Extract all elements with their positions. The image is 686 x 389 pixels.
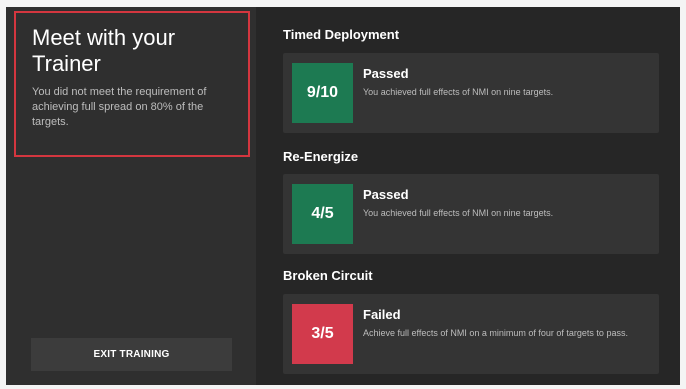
- training-results-screen: Meet with your Trainer You did not meet …: [6, 7, 680, 385]
- score-badge: 4/5: [292, 184, 353, 244]
- left-panel: Meet with your Trainer You did not meet …: [6, 7, 256, 385]
- score-badge: 9/10: [292, 63, 353, 123]
- score-badge: 3/5: [292, 304, 353, 364]
- section-title-broken-circuit: Broken Circuit: [283, 268, 373, 283]
- trainer-title: Meet with your Trainer: [32, 25, 176, 76]
- result-detail: You achieved full effects of NMI on nine…: [363, 208, 554, 218]
- result-card-re-energize: 4/5 Passed You achieved full effects of …: [283, 174, 659, 254]
- result-status: Passed: [363, 66, 409, 81]
- section-title-timed-deployment: Timed Deployment: [283, 27, 400, 42]
- exit-training-button[interactable]: EXIT TRAINING: [31, 338, 232, 371]
- section-title-re-energize: Re-Energize: [283, 149, 359, 164]
- results-panel: Timed Deployment 9/10 Passed You achieve…: [274, 7, 674, 385]
- trainer-description: You did not meet the requirement of achi…: [32, 86, 207, 128]
- result-detail: Achieve full effects of NMI on a minimum…: [363, 328, 628, 338]
- result-card-timed-deployment: 9/10 Passed You achieved full effects of…: [283, 53, 659, 133]
- result-detail: You achieved full effects of NMI on nine…: [363, 87, 554, 97]
- result-status: Failed: [363, 307, 401, 322]
- trainer-message-box: Meet with your Trainer You did not meet …: [14, 11, 250, 157]
- result-status: Passed: [363, 187, 409, 202]
- result-card-broken-circuit: 3/5 Failed Achieve full effects of NMI o…: [283, 294, 659, 374]
